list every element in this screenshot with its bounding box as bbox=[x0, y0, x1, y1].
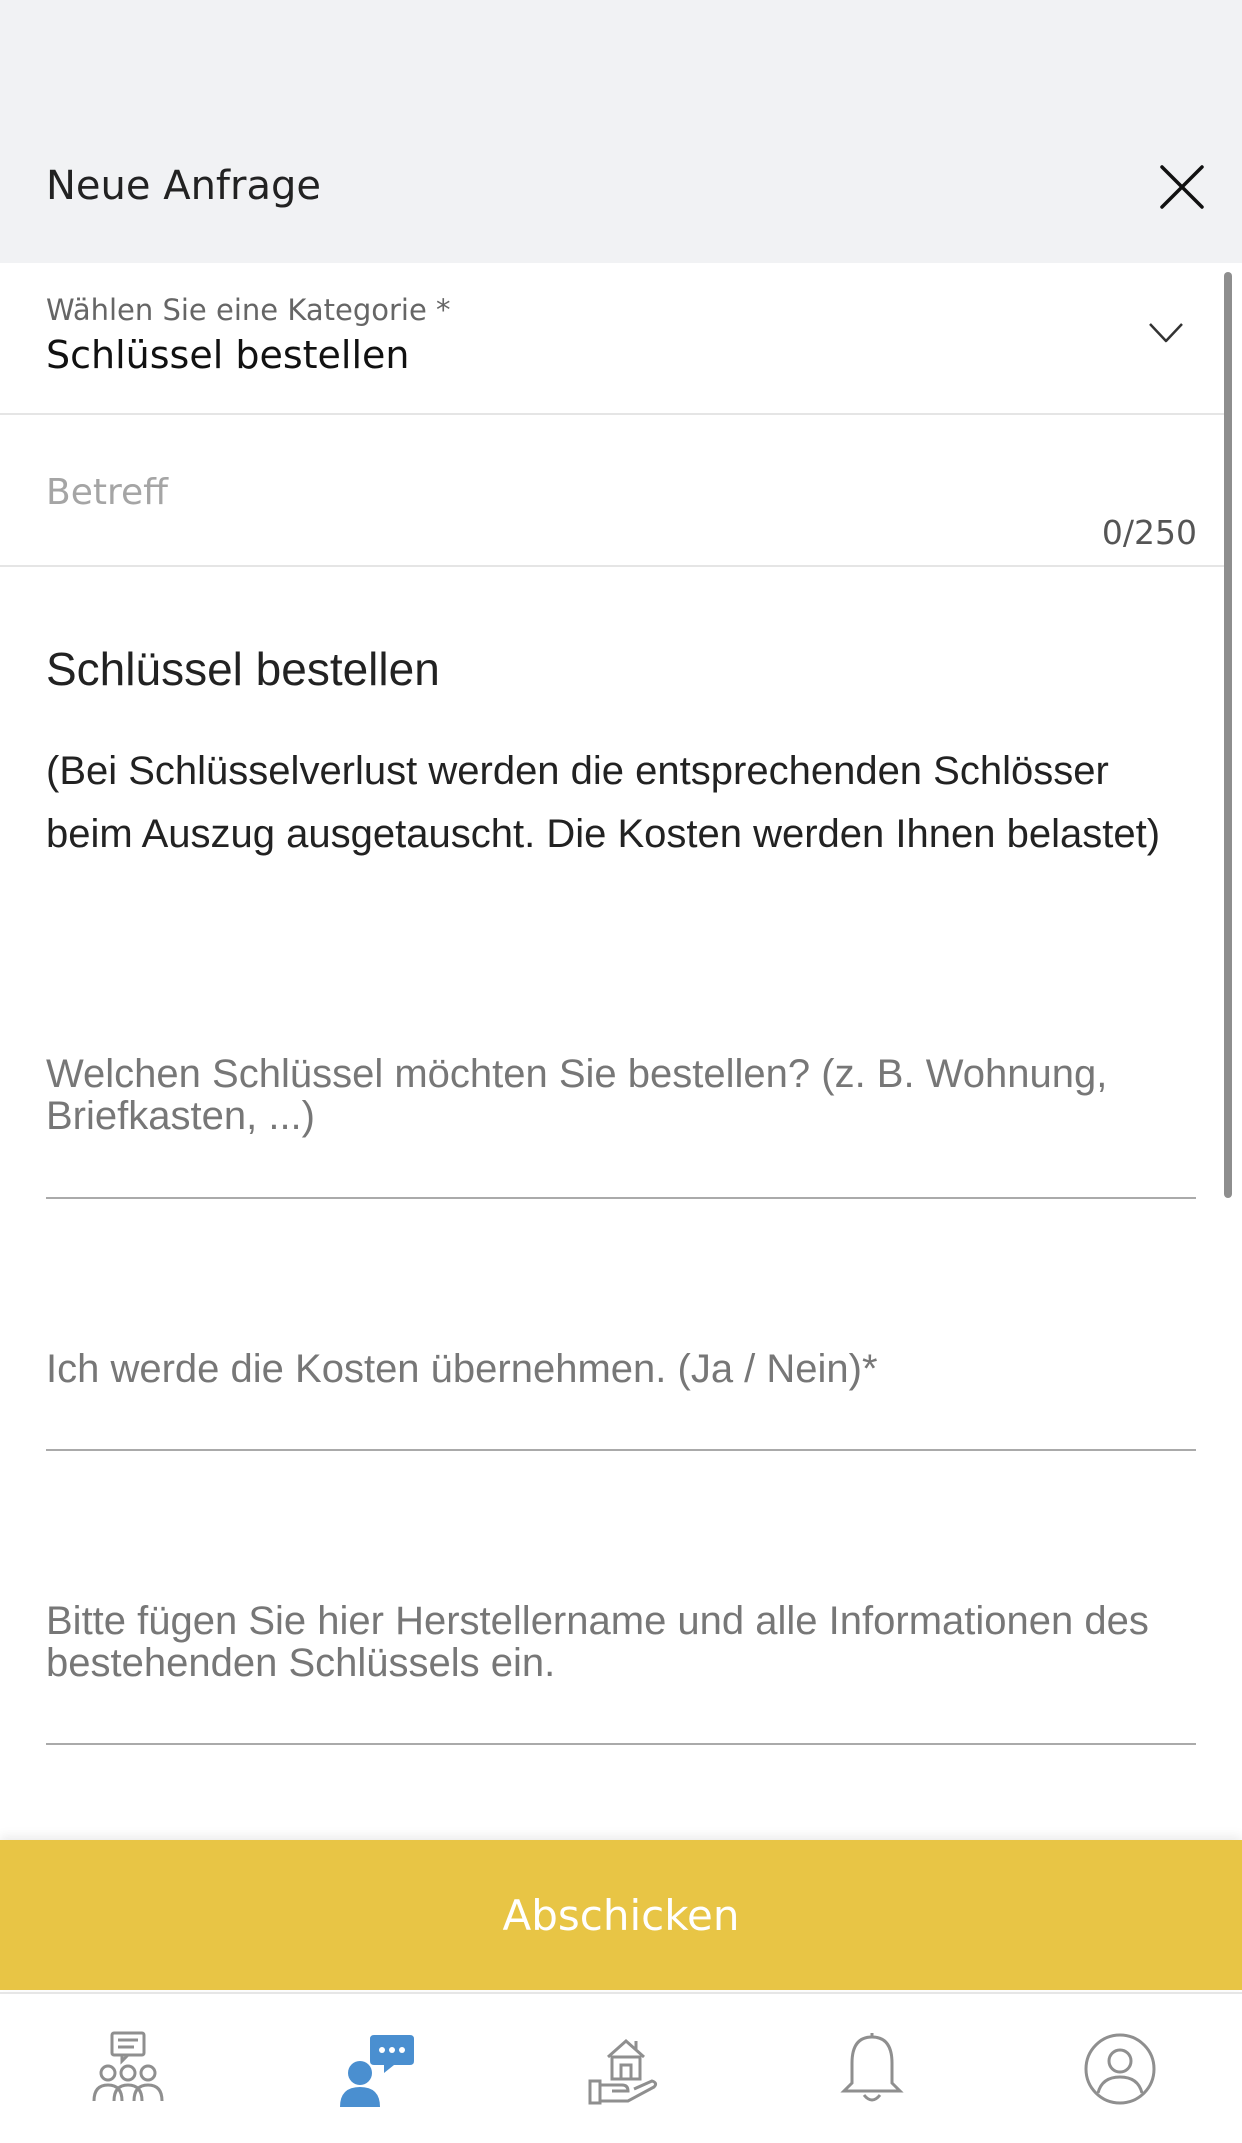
page-title: Neue Anfrage bbox=[46, 163, 321, 209]
chevron-down-icon bbox=[1148, 321, 1184, 345]
key-type-input[interactable]: Welchen Schlüssel möchten Sie bestellen?… bbox=[46, 1053, 1196, 1199]
cost-acceptance-input[interactable]: Ich werde die Kosten übernehmen. (Ja / N… bbox=[46, 1348, 1196, 1451]
community-icon bbox=[92, 2031, 164, 2101]
key-info-input[interactable]: Bitte fügen Sie hier Herstellername und … bbox=[46, 1600, 1196, 1745]
key-info-placeholder: Bitte fügen Sie hier Herstellername und … bbox=[46, 1599, 1149, 1685]
nav-item-requests[interactable] bbox=[252, 1994, 500, 2143]
bottom-nav bbox=[0, 1992, 1242, 2141]
status-bar bbox=[0, 0, 1242, 113]
category-value: Schlüssel bestellen bbox=[46, 333, 410, 377]
nav-item-notifications[interactable] bbox=[748, 1994, 996, 2143]
close-button[interactable] bbox=[1152, 157, 1212, 217]
close-icon bbox=[1160, 165, 1204, 209]
house-hand-icon bbox=[588, 2038, 658, 2104]
scrollbar[interactable] bbox=[1224, 272, 1232, 1198]
submit-button[interactable]: Abschicken bbox=[0, 1840, 1242, 1990]
chat-request-icon bbox=[340, 2034, 414, 2107]
nav-item-property[interactable] bbox=[500, 1994, 748, 2143]
subject-input[interactable] bbox=[46, 467, 1046, 517]
nav-item-community[interactable] bbox=[4, 1994, 252, 2143]
bell-icon bbox=[840, 2032, 904, 2101]
char-counter: 0/250 bbox=[1101, 513, 1197, 552]
key-type-placeholder: Welchen Schlüssel möchten Sie bestellen?… bbox=[46, 1052, 1108, 1138]
category-dropdown[interactable]: Wählen Sie eine Kategorie * Schlüssel be… bbox=[0, 263, 1230, 415]
header: Neue Anfrage bbox=[0, 113, 1242, 263]
section-description: (Bei Schlüsselverlust werden die entspre… bbox=[46, 749, 1161, 856]
nav-item-profile[interactable] bbox=[996, 1994, 1242, 2143]
section-title: Schlüssel bestellen bbox=[46, 643, 440, 695]
category-label: Wählen Sie eine Kategorie * bbox=[46, 293, 451, 327]
subject-field: 0/250 bbox=[0, 417, 1230, 567]
profile-icon bbox=[1084, 2033, 1156, 2104]
cost-acceptance-placeholder: Ich werde die Kosten übernehmen. (Ja / N… bbox=[46, 1347, 878, 1391]
